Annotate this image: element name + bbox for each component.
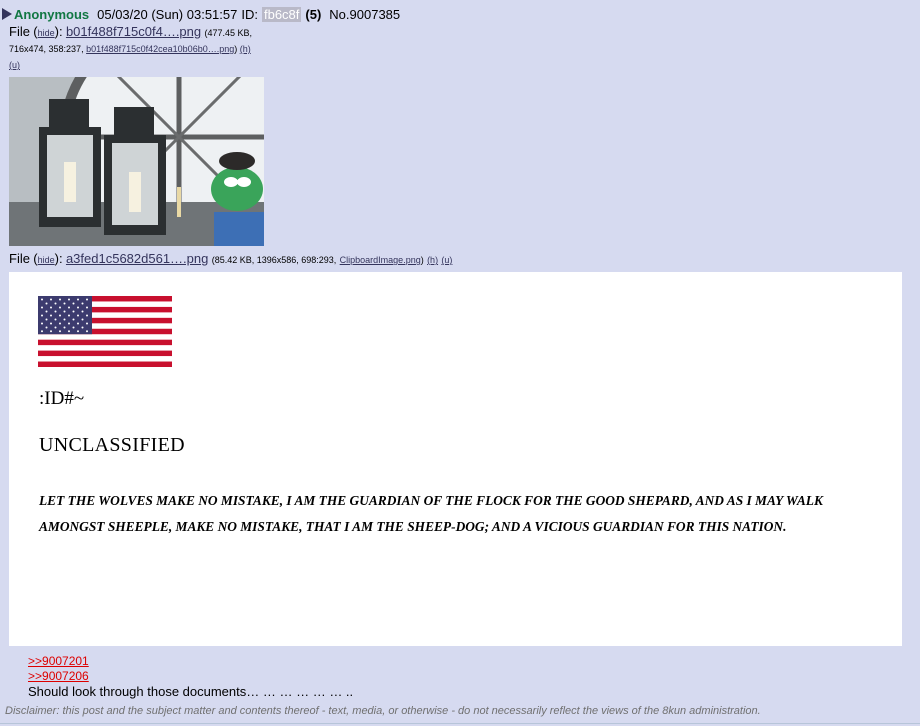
us-flag-icon bbox=[38, 296, 172, 367]
post-header: Anonymous 05/03/20 (Sun) 03:51:57 ID: fb… bbox=[2, 6, 400, 22]
file-info-2-details: (85.42 KB, 1396x586, 698:293, bbox=[211, 255, 337, 265]
document-classification: UNCLASSIFIED bbox=[39, 434, 185, 456]
file-info-2: File (hide): a3fed1c5682d561….png (85.42… bbox=[9, 251, 453, 266]
hash-link[interactable]: (h) bbox=[240, 44, 251, 54]
post-message: Should look through those documents… … …… bbox=[28, 684, 354, 699]
unspoiler-link-2[interactable]: (u) bbox=[441, 255, 452, 265]
poster-id[interactable]: fb6c8f bbox=[261, 6, 302, 22]
reply-link[interactable]: >>9007206 bbox=[28, 669, 89, 684]
disclaimer: Disclaimer: this post and the subject ma… bbox=[5, 705, 761, 717]
hash-link-2[interactable]: (h) bbox=[427, 255, 438, 265]
original-filename-link[interactable]: b01f488f715c0f42cea10b06b0….png bbox=[86, 44, 234, 54]
original-filename-link-2[interactable]: ClipboardImage.png bbox=[340, 255, 421, 265]
lanterns-image bbox=[9, 77, 264, 246]
id-label: ID: bbox=[241, 6, 258, 22]
file-name-link-2[interactable]: a3fed1c5682d561….png bbox=[66, 251, 208, 266]
reply-links: >>9007201 >>9007206 bbox=[28, 654, 89, 684]
file-name-link[interactable]: b01f488f715c0f4….png bbox=[66, 24, 201, 39]
divider bbox=[0, 723, 920, 724]
poster-name: Anonymous bbox=[14, 6, 90, 22]
document-id-line: :ID#~ bbox=[39, 388, 85, 409]
file-dims: 716x474, 358:237, bbox=[9, 44, 84, 54]
post-date: 05/03/20 (Sun) 03:51:57 bbox=[97, 6, 238, 22]
hide-file-link[interactable]: hide bbox=[38, 28, 55, 38]
file-size: (477.45 KB, bbox=[204, 28, 252, 38]
file-info-1: File (hide): b01f488f715c0f4….png (477.4… bbox=[9, 24, 252, 70]
id-post-count: (5) bbox=[305, 6, 322, 22]
reply-link[interactable]: >>9007201 bbox=[28, 654, 89, 669]
post-image-document[interactable]: :ID#~ UNCLASSIFIED LET THE WOLVES MAKE N… bbox=[9, 272, 902, 646]
expand-arrow-icon[interactable] bbox=[2, 8, 12, 20]
unspoiler-link[interactable]: (u) bbox=[9, 60, 20, 70]
post-number-link[interactable]: No.9007385 bbox=[329, 7, 400, 22]
hide-file-link-2[interactable]: hide bbox=[38, 255, 55, 265]
document-body: LET THE WOLVES MAKE NO MISTAKE, I AM THE… bbox=[39, 493, 823, 534]
post-image-thumbnail[interactable] bbox=[9, 77, 264, 246]
